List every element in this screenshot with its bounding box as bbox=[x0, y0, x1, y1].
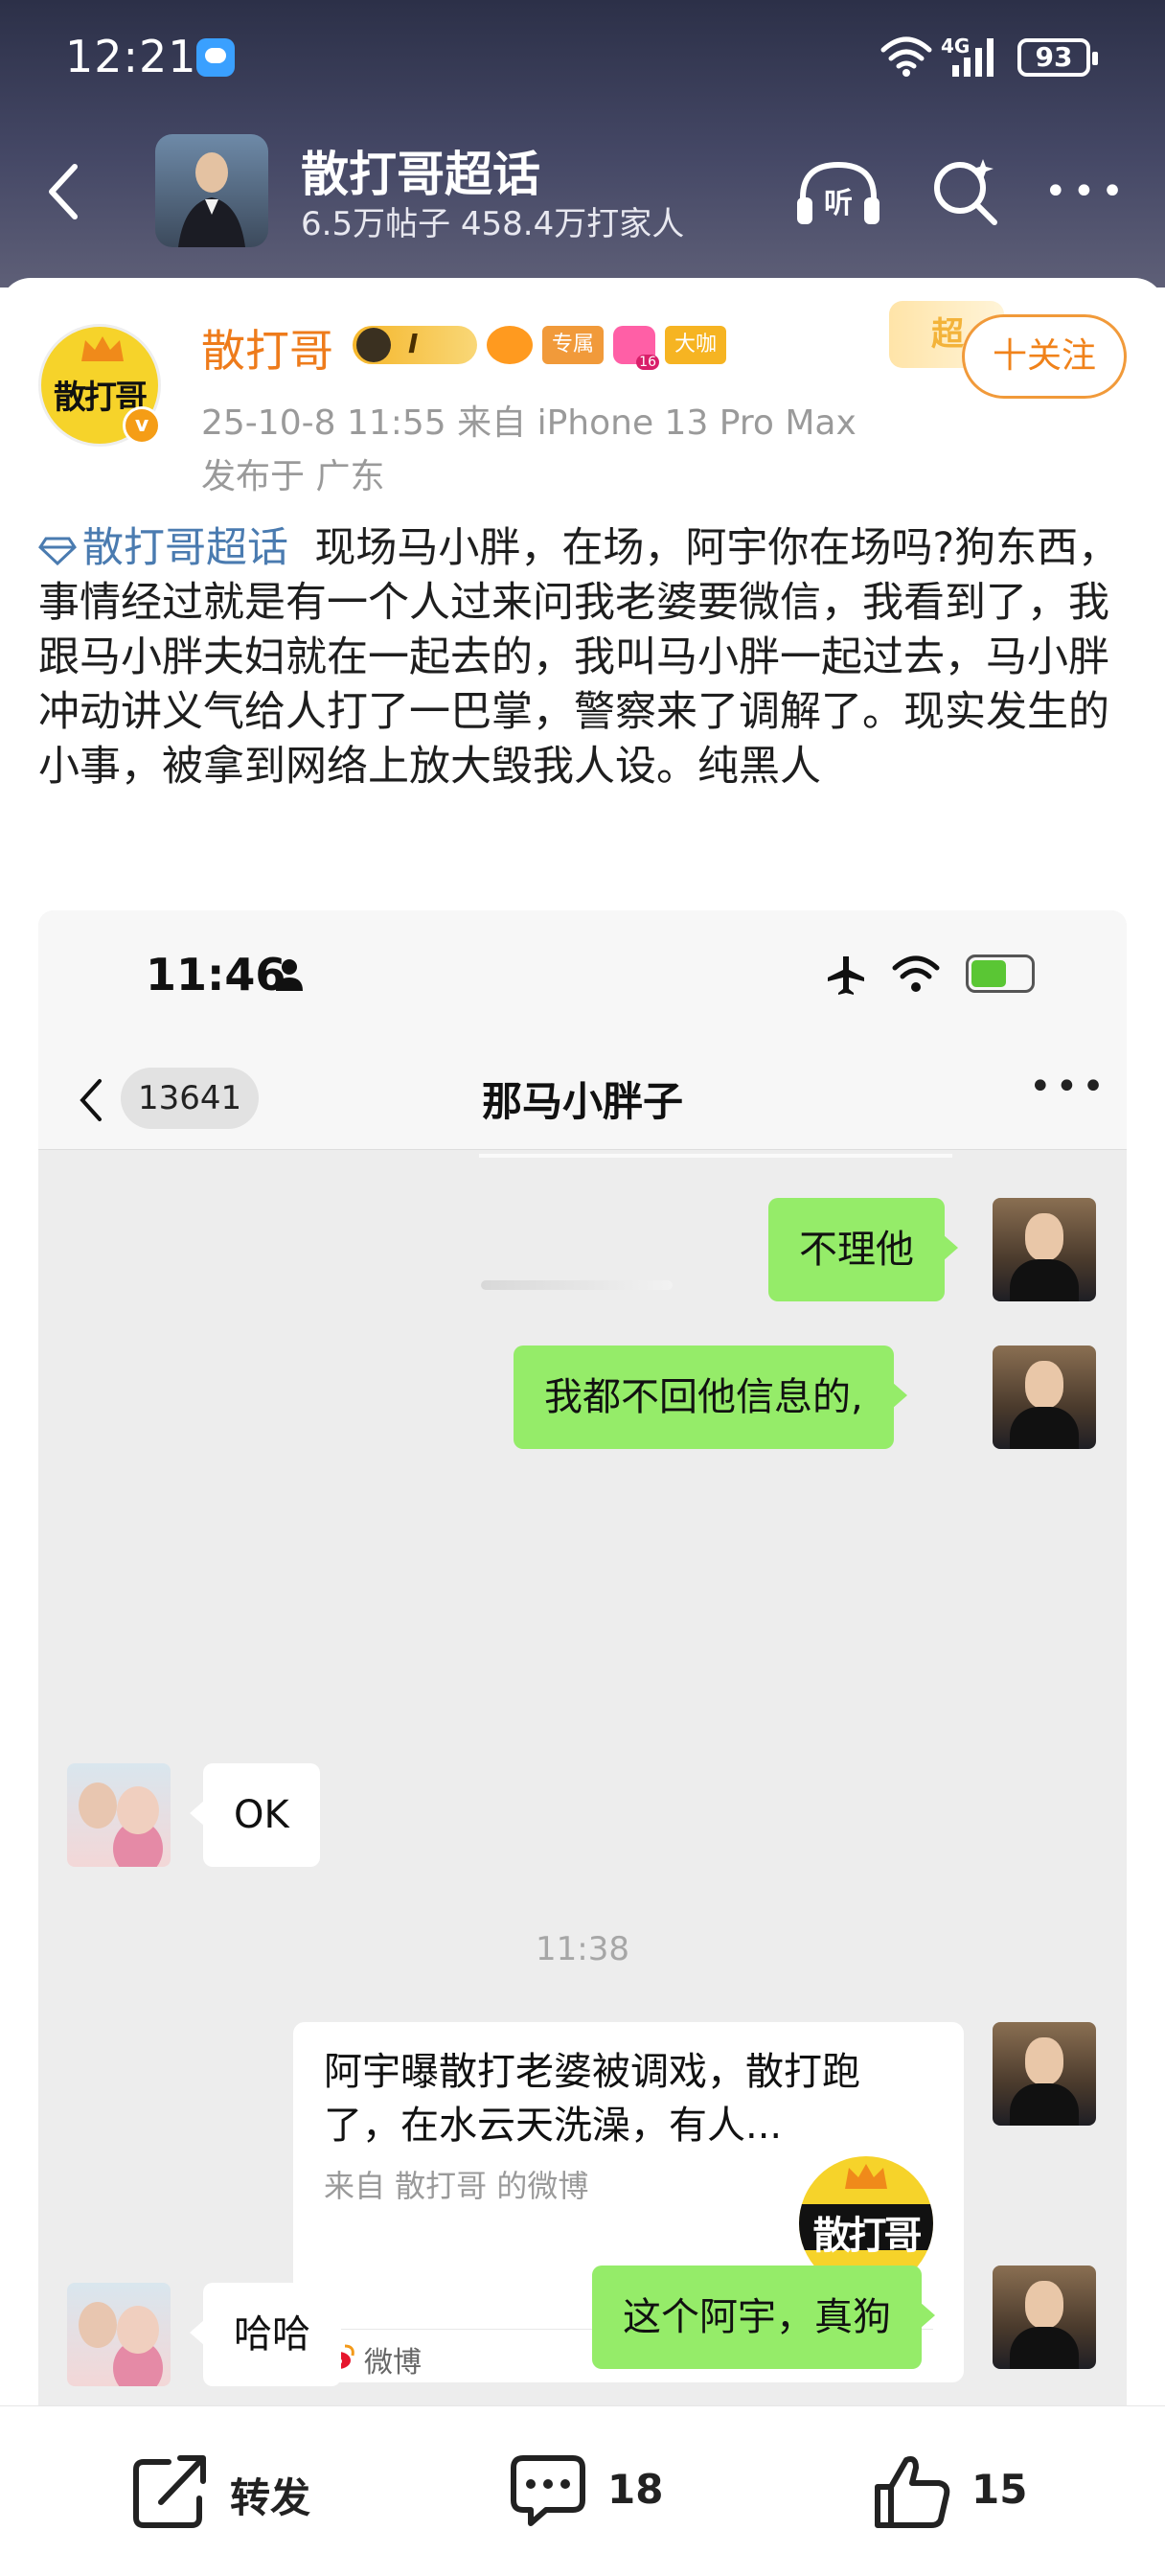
crown-icon bbox=[81, 336, 124, 361]
repost-label: 转发 bbox=[230, 2474, 311, 2521]
image-status-bar: 11:46 bbox=[38, 910, 1127, 1045]
crown-icon bbox=[845, 2164, 887, 2189]
post-card: 散打哥 v 散打哥 I 专属 16 大咖 25-10-8 11:55 来自 iP… bbox=[0, 278, 1165, 2405]
image-status-time: 11:46 bbox=[146, 949, 286, 1000]
wifi-icon bbox=[880, 36, 932, 77]
person-icon bbox=[276, 959, 303, 991]
chat-header: 那马小胖子 13641 ••• bbox=[38, 1045, 1127, 1150]
group-avatar[interactable] bbox=[155, 134, 268, 247]
post-timestamp: 25-10-8 11:55 来自 iPhone 13 Pro Max bbox=[201, 403, 857, 443]
bigshot-badge[interactable]: 大咖 bbox=[665, 326, 726, 364]
receiver-avatar bbox=[67, 2283, 171, 2386]
sender-avatar bbox=[993, 1346, 1096, 1449]
nav-bar: 散打哥超话 6.5万帖子 458.4万打家人 听 ••• bbox=[0, 125, 1165, 259]
receiver-avatar bbox=[67, 1763, 171, 1867]
battery-charging-icon bbox=[966, 954, 1035, 993]
group-avatar-figure bbox=[178, 152, 245, 247]
shared-card-logo-text: 散打哥 bbox=[812, 2214, 923, 2258]
repost-icon bbox=[133, 2455, 206, 2528]
unread-count-badge: 13641 bbox=[121, 1068, 260, 1129]
topic-label: 散打哥超话 bbox=[82, 524, 288, 572]
gem-badge-number: 16 bbox=[636, 355, 659, 370]
status-bar: 12:21 4G 93 bbox=[0, 0, 1165, 115]
fan-badge-icon[interactable] bbox=[487, 326, 533, 364]
comment-icon bbox=[511, 2455, 585, 2526]
message-notification-icon bbox=[196, 38, 235, 77]
more-options-icon[interactable]: ••• bbox=[1044, 172, 1130, 211]
chat-time-separator: 11:38 bbox=[536, 1930, 629, 1968]
airplane-icon bbox=[828, 956, 864, 995]
like-count: 15 bbox=[971, 2466, 1028, 2513]
search-icon[interactable] bbox=[927, 153, 1004, 230]
shared-card-platform: 微博 bbox=[364, 2346, 422, 2380]
chat-back-icon bbox=[80, 1079, 102, 1121]
chat-bubble-received: OK bbox=[190, 1763, 320, 1867]
topic-link[interactable]: 散打哥超话 bbox=[38, 524, 288, 572]
diamond-topic-icon bbox=[38, 537, 77, 565]
sender-avatar bbox=[993, 2266, 1096, 2369]
chat-bubble-sent: 不理他 bbox=[768, 1198, 958, 1301]
wifi-icon bbox=[892, 955, 940, 992]
group-title: 散打哥超话 bbox=[301, 147, 540, 202]
level-badge-text: I bbox=[408, 328, 419, 359]
chat-bubble-sent: 这个阿宇，真狗 bbox=[592, 2266, 935, 2369]
verified-badge-icon: v bbox=[123, 406, 161, 445]
sender-avatar bbox=[993, 1198, 1096, 1301]
battery-indicator: 93 bbox=[1017, 38, 1098, 77]
exclusive-badge[interactable]: 专属 bbox=[542, 326, 604, 364]
chat-more-icon: ••• bbox=[1029, 1065, 1108, 1109]
post-location: 发布于 广东 bbox=[201, 457, 385, 496]
thumbs-up-icon bbox=[875, 2456, 950, 2528]
sender-avatar bbox=[993, 2022, 1096, 2126]
faded-line bbox=[481, 1280, 673, 1290]
author-name[interactable]: 散打哥 bbox=[201, 316, 333, 380]
shared-card-source: 来自 散打哥 的微博 bbox=[324, 2168, 589, 2204]
divider bbox=[479, 1154, 952, 1158]
group-stats: 6.5万帖子 458.4万打家人 bbox=[301, 205, 685, 243]
signal-icon bbox=[952, 38, 994, 77]
back-arrow-icon[interactable] bbox=[38, 153, 96, 230]
comment-count: 18 bbox=[607, 2466, 664, 2513]
attached-image[interactable]: 11:46 那马小胖子 13641 ••• 不理他 我都不回他信息的, OK 1… bbox=[38, 910, 1127, 2405]
post-action-bar: 转发 18 15 bbox=[0, 2405, 1165, 2576]
listen-icon-label: 听 bbox=[824, 187, 853, 220]
chat-bubble-received: 哈哈 bbox=[190, 2283, 341, 2386]
gem-badge-icon[interactable]: 16 bbox=[613, 326, 659, 370]
follow-button[interactable]: 十关注 bbox=[962, 314, 1127, 399]
repost-button[interactable]: 转发 bbox=[130, 2449, 379, 2535]
shared-card-title: 阿宇曝散打老婆被调戏，散打跑了，在水云天洗澡，有人... bbox=[324, 2050, 860, 2148]
top-header: 12:21 4G 93 散打哥超话 6.5万帖子 458.4万打家人 听 ••• bbox=[0, 0, 1165, 288]
listen-headphones-icon[interactable]: 听 bbox=[795, 159, 881, 228]
like-button[interactable]: 15 bbox=[872, 2449, 1063, 2535]
status-time: 12:21 bbox=[65, 31, 197, 82]
chat-bubble-sent: 我都不回他信息的, bbox=[514, 1346, 907, 1449]
level-badge-icon[interactable]: I bbox=[353, 326, 477, 364]
post-body: 散打哥超话 现场马小胖，在场，阿宇你在场吗?狗东西，事情经过就是有一个人过来问我… bbox=[38, 521, 1131, 794]
comment-button[interactable]: 18 bbox=[508, 2449, 699, 2535]
